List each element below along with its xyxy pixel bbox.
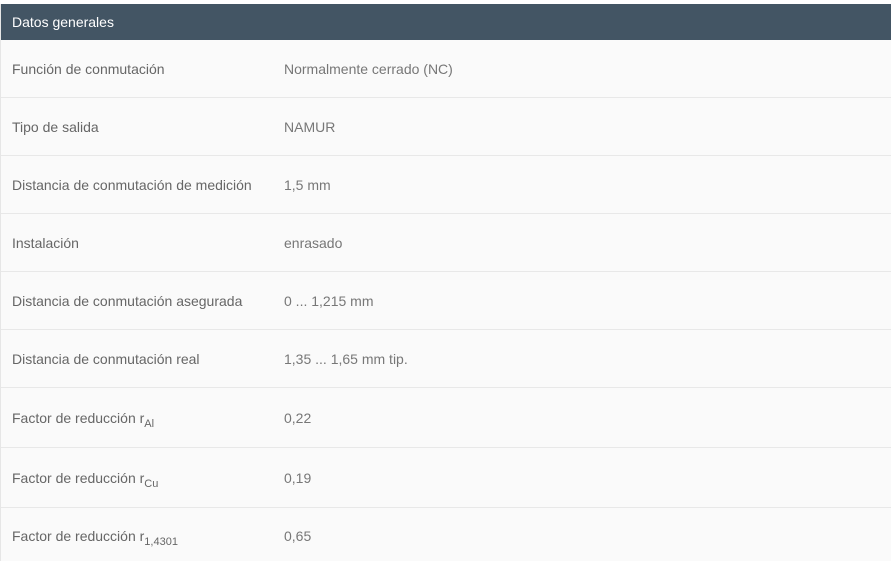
row-label-subscript: 1,4301 [144, 536, 178, 548]
row-label: Factor de reducción r1,4301 [1, 528, 284, 548]
row-label-subscript: Cu [144, 477, 159, 490]
table-row: Distancia de conmutación real 1,35 ... 1… [1, 330, 891, 388]
row-label: Factor de reducción rAl [1, 409, 284, 430]
table-row: Función de conmutación Normalmente cerra… [1, 40, 891, 98]
table-row: Factor de reducción rCu 0,19 [1, 448, 891, 508]
row-label-text: Factor de reducción r [12, 469, 145, 486]
row-value: 0,19 [284, 469, 312, 486]
table-row: Instalación enrasado [1, 214, 891, 272]
row-label: Función de conmutación [12, 60, 165, 77]
row-label: Distancia de conmutación de medición [12, 176, 252, 193]
row-label-text: Factor de reducción r [12, 528, 145, 544]
row-value: 0 ... 1,215 mm [284, 292, 374, 309]
row-value: 1,35 ... 1,65 mm tip. [284, 350, 408, 367]
row-label: Instalación [12, 234, 79, 251]
row-label-subscript: Al [144, 417, 155, 430]
row-label-text: Factor de reducción r [12, 409, 145, 426]
row-label: Distancia de conmutación asegurada [12, 292, 243, 309]
table-row: Distancia de conmutación de medición 1,5… [1, 156, 891, 214]
row-value: Normalmente cerrado (NC) [284, 60, 453, 77]
row-label: Factor de reducción rCu [1, 469, 284, 490]
table-row: Factor de reducción r1,4301 0,65 [1, 508, 891, 558]
row-label: Tipo de salida [12, 118, 99, 135]
row-value: 0,65 [284, 528, 312, 544]
row-value: 0,22 [284, 409, 312, 426]
row-label: Distancia de conmutación real [12, 350, 200, 367]
table-row: Distancia de conmutación asegurada 0 ...… [1, 272, 891, 330]
table-row: Tipo de salida NAMUR [1, 98, 891, 156]
panel-title: Datos generales [12, 14, 114, 30]
row-value: 1,5 mm [284, 176, 331, 193]
table-row: Factor de reducción rAl 0,22 [1, 388, 891, 448]
row-value: enrasado [284, 234, 343, 251]
panel-header: Datos generales [1, 4, 891, 40]
general-data-panel: Datos generales Función de conmutación N… [0, 4, 891, 561]
row-value: NAMUR [284, 118, 336, 135]
